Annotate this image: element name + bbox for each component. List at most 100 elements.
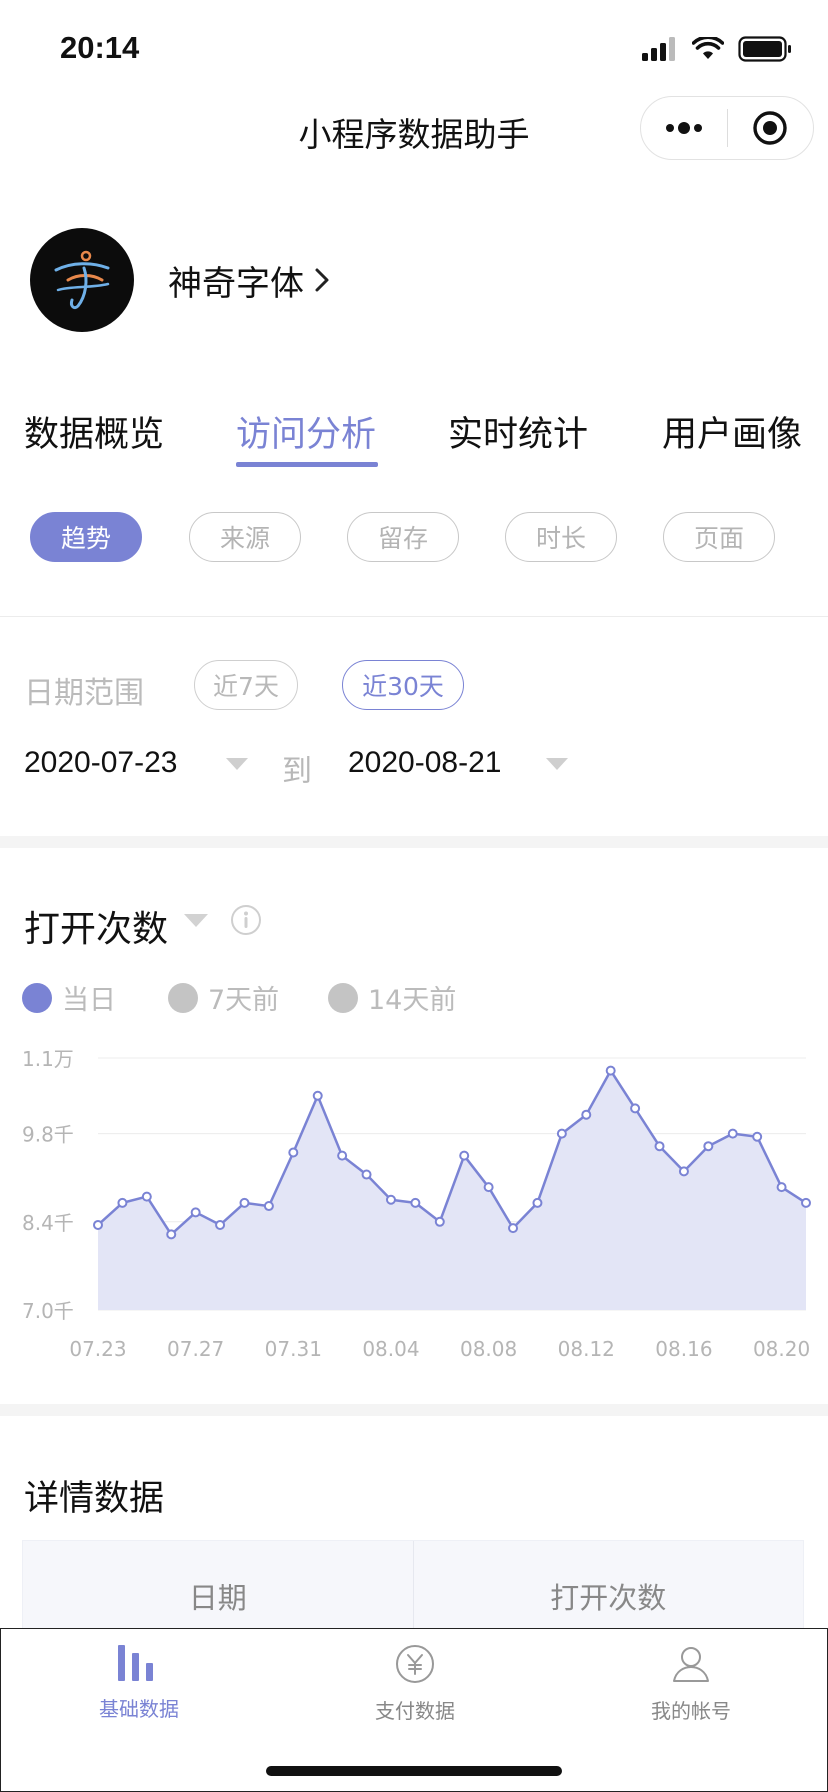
signal-icon: [642, 37, 675, 61]
x-tick-label: 07.23: [69, 1337, 126, 1361]
open-count-chart: 1.1万 9.8千 8.4千 7.0千 07.23 07.27 07.31 08.04 08.0…: [22, 1047, 811, 1361]
x-tick-label: 07.31: [265, 1337, 322, 1361]
data-point: [703, 1141, 714, 1152]
sub-tabs: 趋势 来源 留存 时长 页面: [0, 512, 828, 564]
more-button[interactable]: [641, 96, 727, 160]
data-point: [215, 1219, 226, 1230]
end-date-picker[interactable]: 2020-08-21: [348, 746, 501, 780]
date-range-label: 日期范围: [24, 676, 144, 711]
legend-14-days-ago-label: 14天前: [368, 985, 457, 1016]
data-point: [556, 1128, 567, 1139]
tabbar-my-account[interactable]: 我的帐号: [553, 1643, 828, 1724]
subtab-trend[interactable]: 趋势: [30, 512, 142, 562]
metric-selector[interactable]: 打开次数: [24, 900, 168, 952]
data-point: [630, 1103, 641, 1114]
x-tick-label: 07.27: [167, 1337, 224, 1361]
data-point: [483, 1182, 494, 1193]
data-point: [434, 1216, 445, 1227]
battery-icon: [738, 36, 791, 62]
data-point: [410, 1197, 421, 1208]
data-point: [93, 1219, 103, 1230]
active-tab-underline: [236, 462, 378, 467]
metric-dropdown-icon[interactable]: [184, 914, 208, 927]
data-point: [117, 1197, 128, 1208]
app-logo: [30, 228, 134, 332]
range-30-days-button[interactable]: 近30天: [342, 660, 464, 710]
tabbar-my-account-label: 我的帐号: [651, 1699, 731, 1723]
legend-7-days-ago-dot: [168, 982, 198, 1013]
y-tick-label: 1.1万: [22, 1047, 74, 1071]
data-point: [801, 1197, 811, 1208]
start-date-dropdown-icon[interactable]: [226, 758, 248, 770]
data-point: [776, 1182, 787, 1193]
status-bar: 20:14: [0, 0, 828, 96]
info-icon[interactable]: [230, 904, 262, 936]
legend-7-days-ago[interactable]: 7天前: [168, 978, 279, 1017]
data-point: [190, 1207, 201, 1218]
bar-chart-icon: [118, 1645, 153, 1681]
legend-today[interactable]: 当日: [22, 978, 116, 1017]
tab-user-portrait[interactable]: 用户画像: [662, 406, 802, 457]
subtab-retention[interactable]: 留存: [347, 512, 459, 562]
divider: [0, 616, 828, 617]
mini-program-capsule: [640, 96, 814, 160]
subtab-duration[interactable]: 时长: [505, 512, 617, 562]
close-mini-program-button[interactable]: [728, 96, 814, 160]
data-point: [166, 1229, 177, 1240]
legend-today-label: 当日: [62, 985, 116, 1016]
legend-14-days-ago[interactable]: 14天前: [328, 978, 456, 1017]
tabbar-basic-data[interactable]: 基础数据: [1, 1643, 277, 1722]
x-tick-label: 08.16: [655, 1337, 712, 1361]
status-icons: [642, 36, 792, 62]
x-tick-label: 08.04: [362, 1337, 419, 1361]
data-point: [459, 1150, 470, 1161]
yuan-coin-icon: [396, 1645, 434, 1683]
to-label: 到: [282, 754, 312, 789]
data-point: [141, 1191, 152, 1202]
data-point: [678, 1166, 689, 1177]
range-7-days-button[interactable]: 近7天: [194, 660, 298, 710]
app-name: 神奇字体: [168, 256, 330, 305]
subtab-source[interactable]: 来源: [189, 512, 301, 562]
subtab-page[interactable]: 页面: [663, 512, 775, 562]
data-point: [337, 1150, 348, 1161]
y-tick-label: 7.0千: [22, 1299, 74, 1323]
y-tick-label: 8.4千: [22, 1211, 74, 1235]
details-title: 详情数据: [24, 1479, 165, 1519]
data-point: [239, 1197, 250, 1208]
data-point: [508, 1223, 519, 1234]
tab-realtime-stats[interactable]: 实时统计: [448, 406, 588, 457]
data-point: [727, 1128, 738, 1139]
data-point: [532, 1197, 543, 1208]
x-tick-label: 08.20: [753, 1337, 810, 1361]
status-time: 20:14: [60, 30, 140, 65]
tab-data-overview[interactable]: 数据概览: [24, 406, 164, 457]
home-indicator: [266, 1766, 562, 1776]
tabbar-payment-data-label: 支付数据: [375, 1699, 455, 1723]
legend-today-dot: [22, 982, 52, 1013]
data-point: [605, 1065, 616, 1076]
more-dots-icon: [665, 122, 702, 134]
data-point: [263, 1201, 274, 1212]
data-point: [752, 1131, 763, 1142]
end-date-dropdown-icon[interactable]: [546, 758, 568, 770]
app-header[interactable]: 神奇字体: [30, 228, 330, 332]
x-tick-label: 08.12: [558, 1337, 615, 1361]
data-point: [361, 1169, 372, 1180]
tab-access-analysis[interactable]: 访问分析: [236, 406, 376, 457]
section-divider-2: [0, 1404, 828, 1416]
target-close-icon: [753, 111, 787, 145]
chevron-right-icon: [315, 268, 329, 292]
y-tick-label: 9.8千: [22, 1123, 74, 1147]
wifi-icon: [692, 37, 724, 59]
data-point: [312, 1090, 323, 1101]
legend-7-days-ago-label: 7天前: [208, 985, 280, 1016]
tabbar-basic-data-label: 基础数据: [99, 1697, 179, 1721]
app-name-text: 神奇字体: [168, 263, 304, 304]
tabbar-payment-data[interactable]: 支付数据: [277, 1643, 553, 1724]
section-divider: [0, 836, 828, 848]
data-point: [385, 1194, 396, 1205]
data-point: [288, 1147, 299, 1158]
start-date-picker[interactable]: 2020-07-23: [24, 746, 177, 780]
user-icon: [673, 1647, 709, 1682]
